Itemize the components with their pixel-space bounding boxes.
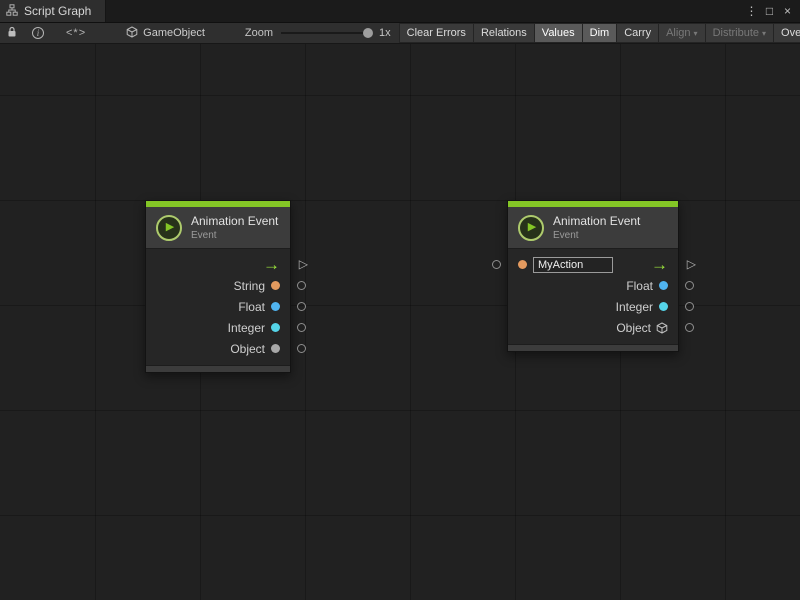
node-titles: Animation Event Event (191, 214, 278, 241)
close-icon[interactable]: × (780, 1, 795, 21)
value-output-port[interactable] (685, 323, 694, 332)
flow-arrow-icon: → (651, 256, 668, 273)
chevron-down-icon: ▾ (694, 29, 698, 38)
info-button[interactable]: i (30, 24, 46, 42)
distribute-label: Distribute (713, 27, 759, 39)
clear-errors-button[interactable]: Clear Errors (399, 23, 474, 43)
node-title: Animation Event (191, 214, 278, 228)
value-input-port[interactable] (492, 260, 501, 269)
code-view-icon[interactable]: <*> (66, 27, 86, 39)
event-play-icon: ▶ (156, 215, 182, 241)
object-cube-icon (656, 322, 668, 334)
node-subtitle: Event (191, 230, 278, 241)
port-row: Float (508, 275, 678, 296)
script-graph-window: Script Graph ⋮ □ × i <*> (0, 0, 800, 600)
port-row: Integer (508, 296, 678, 317)
carry-button[interactable]: Carry (616, 23, 659, 43)
port-row: Object (508, 317, 678, 338)
node-header[interactable]: ▶ Animation Event Event (146, 207, 290, 249)
value-output-port[interactable] (685, 281, 694, 290)
zoom-slider-track (281, 32, 373, 34)
port-label: Integer (616, 300, 653, 314)
maximize-icon[interactable]: □ (762, 1, 777, 21)
play-icon: ▶ (528, 222, 536, 233)
chevron-down-icon: ▾ (762, 29, 766, 38)
string-type-dot (518, 260, 527, 269)
port-row: Object (146, 338, 290, 359)
flow-output-row: → ▷ (146, 254, 290, 275)
float-type-dot (271, 302, 280, 311)
gameobject-label: GameObject (143, 27, 205, 39)
overview-button[interactable]: Overview (773, 23, 800, 43)
toolbar: i <*> GameObject Zoom 1x Clear Errors Re… (0, 22, 800, 44)
window-controls: ⋮ □ × (744, 0, 800, 22)
node-title: Animation Event (553, 214, 640, 228)
node-body: → ▷ Float Integer Object (508, 249, 678, 344)
zoom-slider-knob[interactable] (363, 28, 373, 38)
port-label: Integer (228, 321, 265, 335)
port-label: Float (238, 300, 265, 314)
tab-script-graph[interactable]: Script Graph (0, 0, 106, 22)
port-label: Object (616, 321, 651, 335)
node-footer (508, 344, 678, 351)
zoom-value: 1x (379, 27, 391, 39)
value-output-port[interactable] (685, 302, 694, 311)
value-output-port[interactable] (297, 281, 306, 290)
port-label: Object (230, 342, 265, 356)
dim-button[interactable]: Dim (582, 23, 618, 43)
port-label: String (234, 279, 265, 293)
values-button[interactable]: Values (534, 23, 583, 43)
node-header[interactable]: ▶ Animation Event Event (508, 207, 678, 249)
cube-icon (126, 26, 138, 41)
play-icon: ▶ (166, 222, 174, 233)
flow-output-port[interactable]: ▷ (299, 257, 308, 271)
string-type-dot (271, 281, 280, 290)
value-output-port[interactable] (297, 323, 306, 332)
integer-type-dot (271, 323, 280, 332)
distribute-button[interactable]: Distribute ▾ (705, 23, 774, 43)
action-input-row: → ▷ (508, 254, 678, 275)
align-label: Align (666, 27, 690, 39)
port-row: Float (146, 296, 290, 317)
float-type-dot (659, 281, 668, 290)
value-output-port[interactable] (297, 302, 306, 311)
lock-icon (7, 26, 17, 41)
node-subtitle: Event (553, 230, 640, 241)
node-footer (146, 365, 290, 372)
node-animation-event-2[interactable]: ▶ Animation Event Event → ▷ Float (507, 200, 679, 352)
lock-button[interactable] (4, 24, 20, 42)
graph-canvas[interactable]: ▶ Animation Event Event → ▷ String (0, 44, 800, 600)
graph-icon (6, 4, 18, 19)
titlebar: Script Graph ⋮ □ × (0, 0, 800, 22)
action-name-input[interactable] (533, 257, 613, 273)
align-button[interactable]: Align ▾ (658, 23, 705, 43)
relations-button[interactable]: Relations (473, 23, 535, 43)
flow-arrow-icon: → (263, 256, 280, 273)
gameobject-reference[interactable]: GameObject (126, 26, 205, 41)
node-titles: Animation Event Event (553, 214, 640, 241)
value-output-port[interactable] (297, 344, 306, 353)
integer-type-dot (659, 302, 668, 311)
port-row: Integer (146, 317, 290, 338)
tab-title: Script Graph (24, 4, 91, 18)
port-label: Float (626, 279, 653, 293)
info-icon: i (32, 27, 44, 39)
node-body: → ▷ String Float Integer (146, 249, 290, 365)
object-type-dot (271, 344, 280, 353)
flow-output-port[interactable]: ▷ (687, 257, 696, 271)
event-play-icon: ▶ (518, 215, 544, 241)
zoom-slider[interactable] (281, 26, 373, 40)
zoom-label: Zoom (245, 27, 273, 39)
menu-icon[interactable]: ⋮ (744, 1, 759, 21)
node-animation-event-1[interactable]: ▶ Animation Event Event → ▷ String (145, 200, 291, 373)
port-row: String (146, 275, 290, 296)
